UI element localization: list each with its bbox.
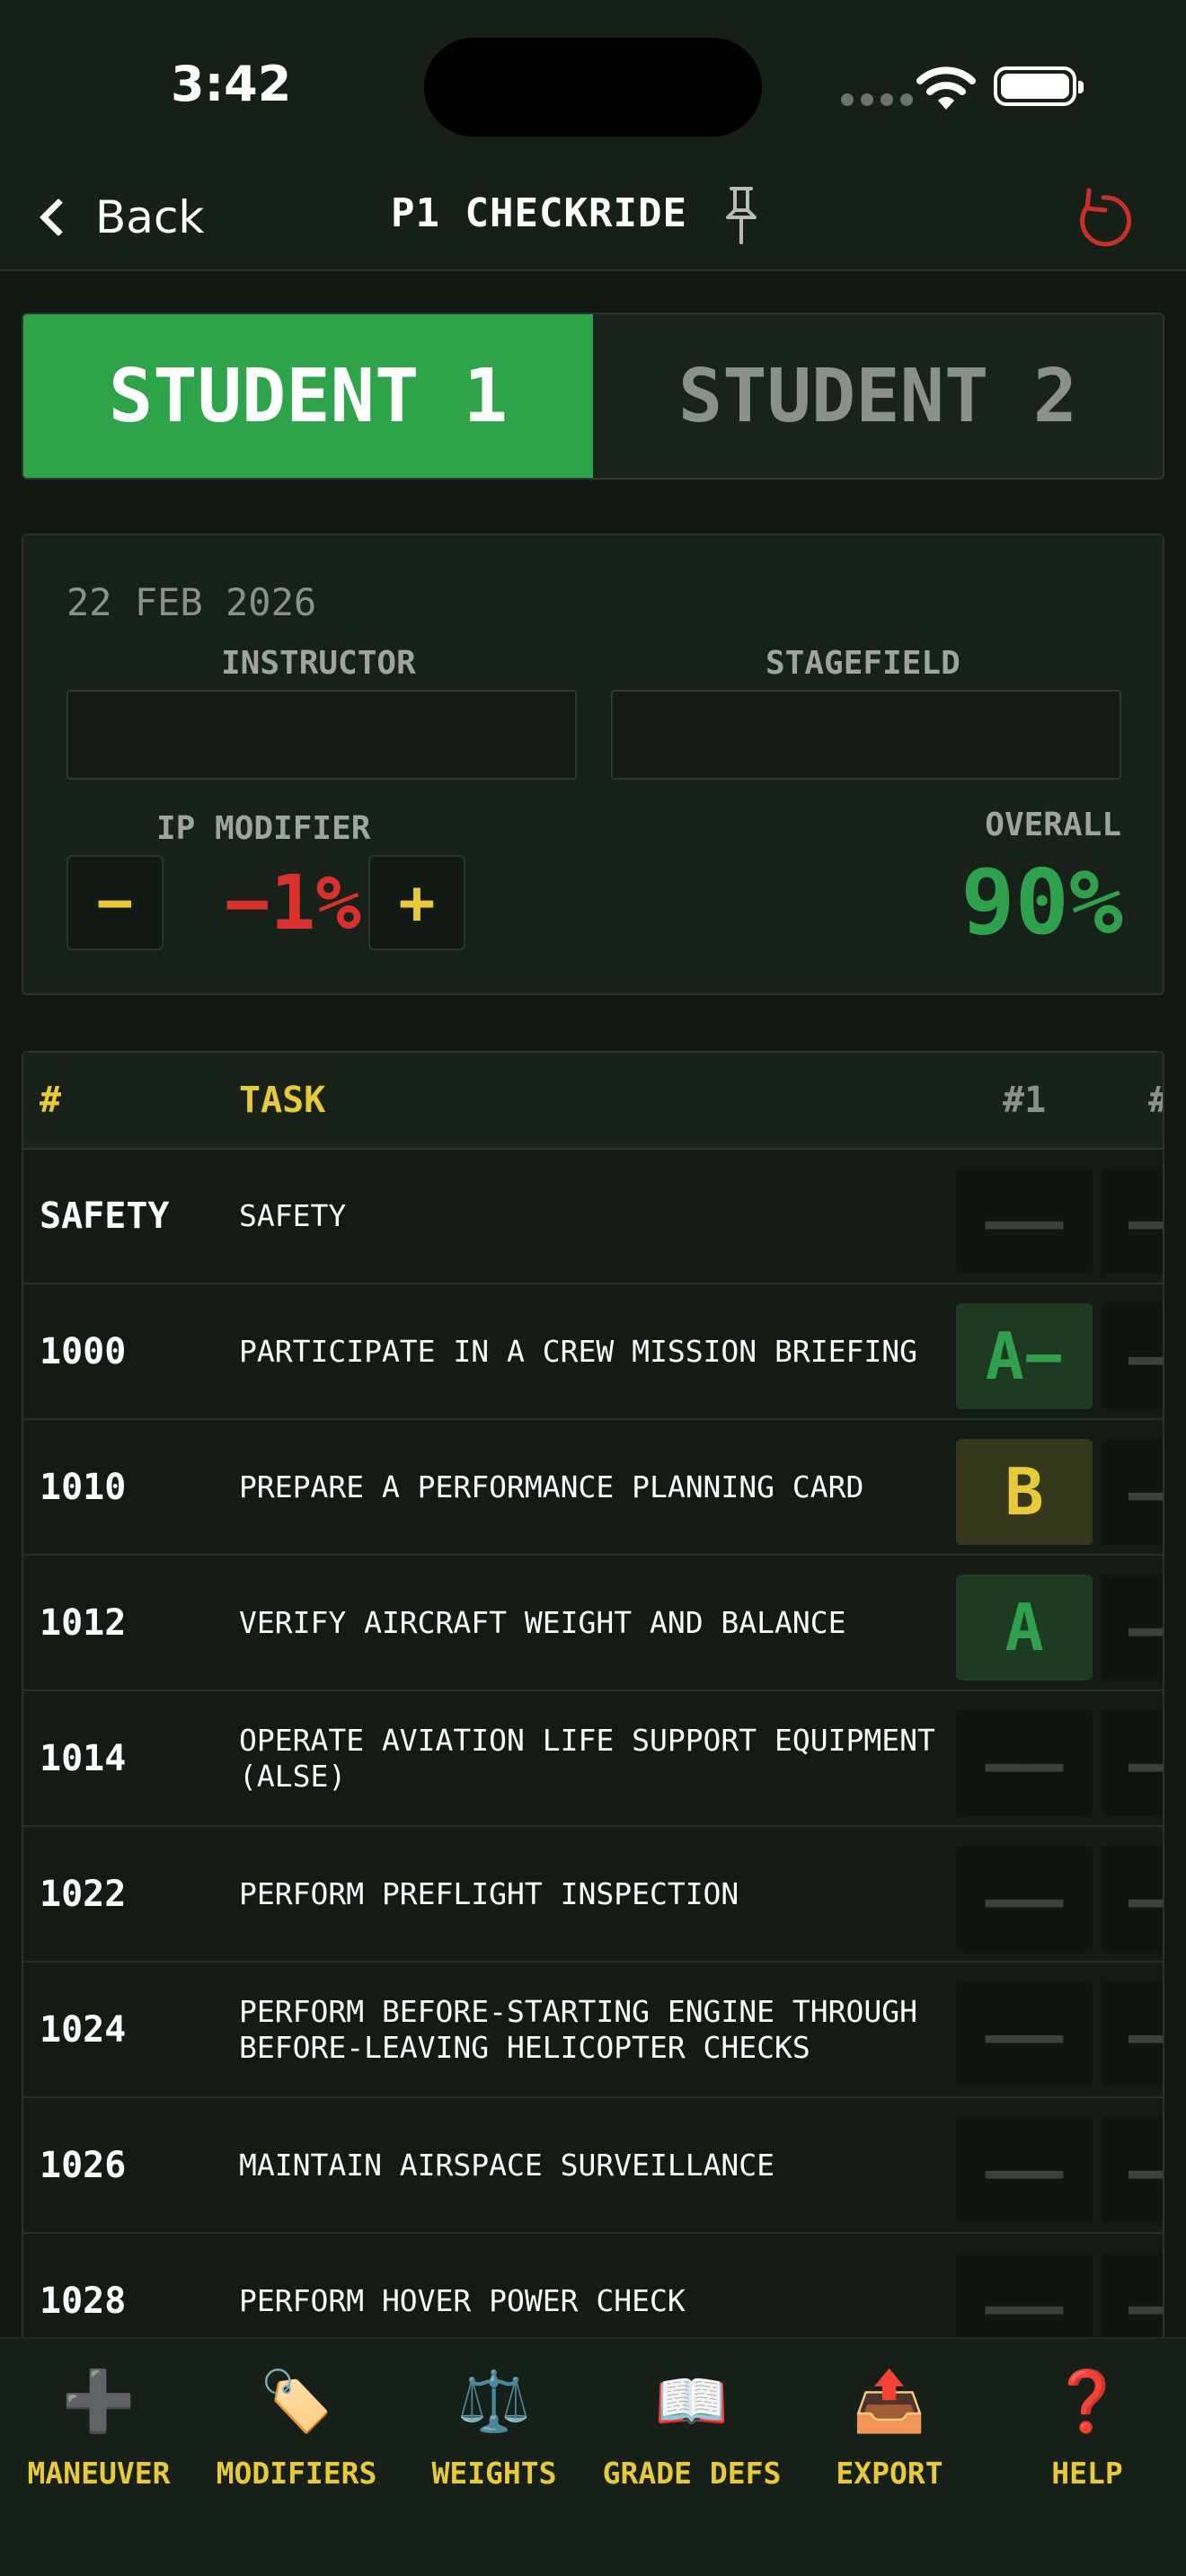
toolbar-label: MODIFIERS	[216, 2456, 377, 2491]
dynamic-island	[424, 38, 762, 137]
grade-cell-2[interactable]: —	[1102, 1575, 1163, 1681]
grade-cell-2[interactable]: —	[1102, 1846, 1163, 1952]
grade-cell-1[interactable]: ——	[956, 1710, 1093, 1816]
ip-increment-button[interactable]: +	[368, 855, 465, 950]
battery-icon	[994, 66, 1084, 106]
overall-score: 90%	[960, 850, 1123, 955]
cellular-signal-icon	[841, 93, 913, 106]
task-name: PERFORM PREFLIGHT INSPECTION	[239, 1876, 739, 1911]
toolbar-export-button[interactable]: 📤 EXPORT	[791, 2366, 988, 2491]
grade-cell-1[interactable]: A	[956, 1575, 1093, 1681]
toolbar-label: HELP	[1051, 2456, 1123, 2491]
table-row[interactable]: 1024 PERFORM BEFORE-STARTING ENGINE THROU…	[23, 1963, 1163, 2098]
task-name: OPERATE AVIATION LIFE SUPPORT EQUIPMENT …	[239, 1723, 935, 1794]
task-name: PREPARE A PERFORMANCE PLANNING CARD	[239, 1469, 864, 1504]
grade-cell-1[interactable]: A−	[956, 1303, 1093, 1409]
ip-modifier-value: −1%	[225, 859, 361, 947]
grade-cell-2[interactable]: —	[1102, 1981, 1163, 2087]
grade-cell-1[interactable]: ——	[956, 2117, 1093, 2223]
grade-cell-1[interactable]: B	[956, 1439, 1093, 1545]
task-name: SAFETY	[239, 1198, 347, 1233]
column-header-task: TASK	[239, 1080, 326, 1121]
task-number: 1022	[40, 1874, 127, 1915]
bottom-toolbar: ➕ MANEUVER 🏷️ MODIFIERS ⚖️ WEIGHTS 📖 GRADE DEFS…	[0, 2337, 1186, 2576]
grade-cell-1[interactable]: ——	[956, 1981, 1093, 2087]
pin-icon[interactable]	[719, 183, 764, 246]
tab-student-2[interactable]: STUDENT 2	[593, 314, 1163, 478]
column-header-grade-2: #	[1148, 1080, 1163, 1121]
table-row[interactable]: 1000 PARTICIPATE IN A CREW MISSION BRIEFI…	[23, 1285, 1163, 1420]
stagefield-label: STAGEFIELD	[766, 645, 960, 682]
instructor-label: INSTRUCTOR	[221, 645, 416, 682]
checkride-date[interactable]: 22 FEB 2026	[66, 580, 316, 624]
navigation-bar: Back P1 CHECKRIDE	[0, 171, 1186, 271]
grade-cell-1[interactable]: ——	[956, 1846, 1093, 1952]
toolbar-help-button[interactable]: ❓ HELP	[988, 2366, 1186, 2491]
task-number: 1026	[40, 2145, 127, 2186]
toolbar-label: WEIGHTS	[431, 2456, 557, 2491]
plus-icon: ➕	[61, 2367, 137, 2436]
task-number: 1014	[40, 1738, 127, 1779]
checkride-info-card: 22 FEB 2026 INSTRUCTOR STAGEFIELD IP MOD…	[22, 534, 1164, 995]
scale-icon: ⚖️	[456, 2367, 532, 2436]
task-name: MAINTAIN AIRSPACE SURVEILLANCE	[239, 2148, 775, 2183]
task-name: PARTICIPATE IN A CREW MISSION BRIEFING	[239, 1334, 917, 1369]
grade-cell-2[interactable]: —	[1102, 1303, 1163, 1409]
task-number: 1010	[40, 1467, 127, 1508]
status-time: 3:42	[171, 56, 292, 112]
task-number: 1012	[40, 1602, 127, 1644]
book-icon: 📖	[654, 2367, 730, 2436]
table-row[interactable]: 1026 MAINTAIN AIRSPACE SURVEILLANCE —— —	[23, 2099, 1163, 2234]
overall-label: OVERALL	[985, 807, 1121, 843]
wifi-icon	[916, 66, 976, 110]
grade-cell-2[interactable]: —	[1102, 1439, 1163, 1545]
toolbar-modifiers-button[interactable]: 🏷️ MODIFIERS	[198, 2366, 395, 2491]
ip-decrement-button[interactable]: −	[66, 855, 164, 950]
stagefield-input[interactable]	[611, 690, 1121, 780]
column-header-grade-1: #1	[1003, 1080, 1047, 1121]
table-row[interactable]: SAFETY SAFETY —— —	[23, 1150, 1163, 1284]
toolbar-maneuver-button[interactable]: ➕ MANEUVER	[0, 2366, 198, 2491]
toolbar-label: GRADE DEFS	[602, 2456, 782, 2491]
task-number: 1024	[40, 2009, 127, 2051]
reset-icon[interactable]	[1071, 183, 1136, 255]
task-name: VERIFY AIRCRAFT WEIGHT AND BALANCE	[239, 1605, 846, 1640]
question-mark-icon: ❓	[1049, 2367, 1125, 2436]
table-row[interactable]: 1012 VERIFY AIRCRAFT WEIGHT AND BALANCE A —	[23, 1557, 1163, 1691]
status-bar: 3:42	[0, 0, 1186, 171]
task-name: PERFORM BEFORE-STARTING ENGINE THROUGH B…	[239, 1994, 917, 2065]
toolbar-label: MANEUVER	[27, 2456, 171, 2491]
toolbar-label: EXPORT	[836, 2456, 943, 2491]
grade-cell-2[interactable]: —	[1102, 1168, 1163, 1274]
page-title: P1 CHECKRIDE	[391, 190, 687, 236]
table-row[interactable]: 1022 PERFORM PREFLIGHT INSPECTION —— —	[23, 1828, 1163, 1963]
instructor-input[interactable]	[66, 690, 577, 780]
column-header-number: #	[40, 1080, 62, 1121]
task-number: 1000	[40, 1331, 127, 1372]
task-number: SAFETY	[40, 1195, 170, 1237]
tag-icon: 🏷️	[259, 2367, 334, 2436]
student-selector: STUDENT 1 STUDENT 2	[22, 313, 1164, 480]
tab-student-1[interactable]: STUDENT 1	[23, 314, 593, 478]
table-row[interactable]: 1014 OPERATE AVIATION LIFE SUPPORT EQUIPM…	[23, 1692, 1163, 1827]
grade-cell-2[interactable]: —	[1102, 2117, 1163, 2223]
toolbar-grade-defs-button[interactable]: 📖 GRADE DEFS	[593, 2366, 791, 2491]
outbox-tray-icon: 📤	[852, 2367, 927, 2436]
grade-cell-1[interactable]: ——	[956, 1168, 1093, 1274]
table-row[interactable]: 1010 PREPARE A PERFORMANCE PLANNING CARD B…	[23, 1421, 1163, 1556]
grade-cell-2[interactable]: —	[1102, 1710, 1163, 1816]
toolbar-weights-button[interactable]: ⚖️ WEIGHTS	[395, 2366, 593, 2491]
ip-modifier-label: IP MODIFIER	[156, 810, 371, 847]
table-header: # TASK #1 #	[23, 1053, 1163, 1150]
